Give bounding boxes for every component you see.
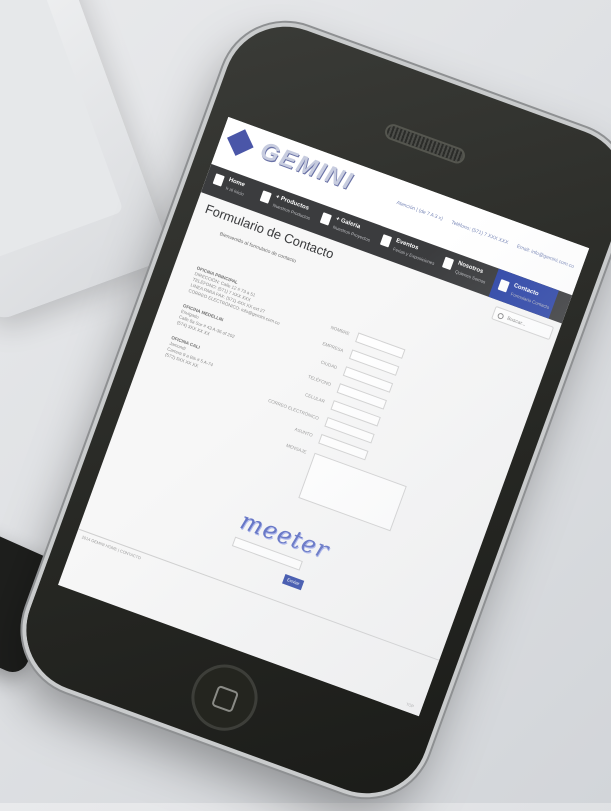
logo-diamond-icon — [227, 129, 254, 156]
header-hours: Atención | (de 7 A 3 x) — [395, 199, 444, 223]
submit-button[interactable]: Enviar — [282, 574, 305, 591]
header-email[interactable]: Email: info@gemini.com.co — [516, 244, 575, 270]
laptop-screen-edge — [0, 0, 124, 263]
nosotros-icon — [441, 256, 455, 271]
top-link[interactable]: TOP — [405, 701, 414, 708]
galeria-icon — [319, 212, 332, 226]
mensaje-textarea[interactable] — [298, 452, 407, 532]
search-icon — [496, 312, 505, 320]
search-placeholder: Buscar... — [506, 315, 527, 328]
eventos-icon — [379, 234, 393, 248]
header-phone: Teléfono: (571) 7 XXX XXX — [450, 219, 510, 247]
home-square-icon — [211, 684, 240, 714]
office-cali: OFICINA CALI Jamundí Carrera 9 a Bis # 5… — [164, 335, 218, 374]
productos-icon — [259, 190, 272, 204]
home-icon — [212, 173, 225, 187]
contacto-icon — [497, 279, 510, 293]
laptop-background — [0, 0, 173, 323]
